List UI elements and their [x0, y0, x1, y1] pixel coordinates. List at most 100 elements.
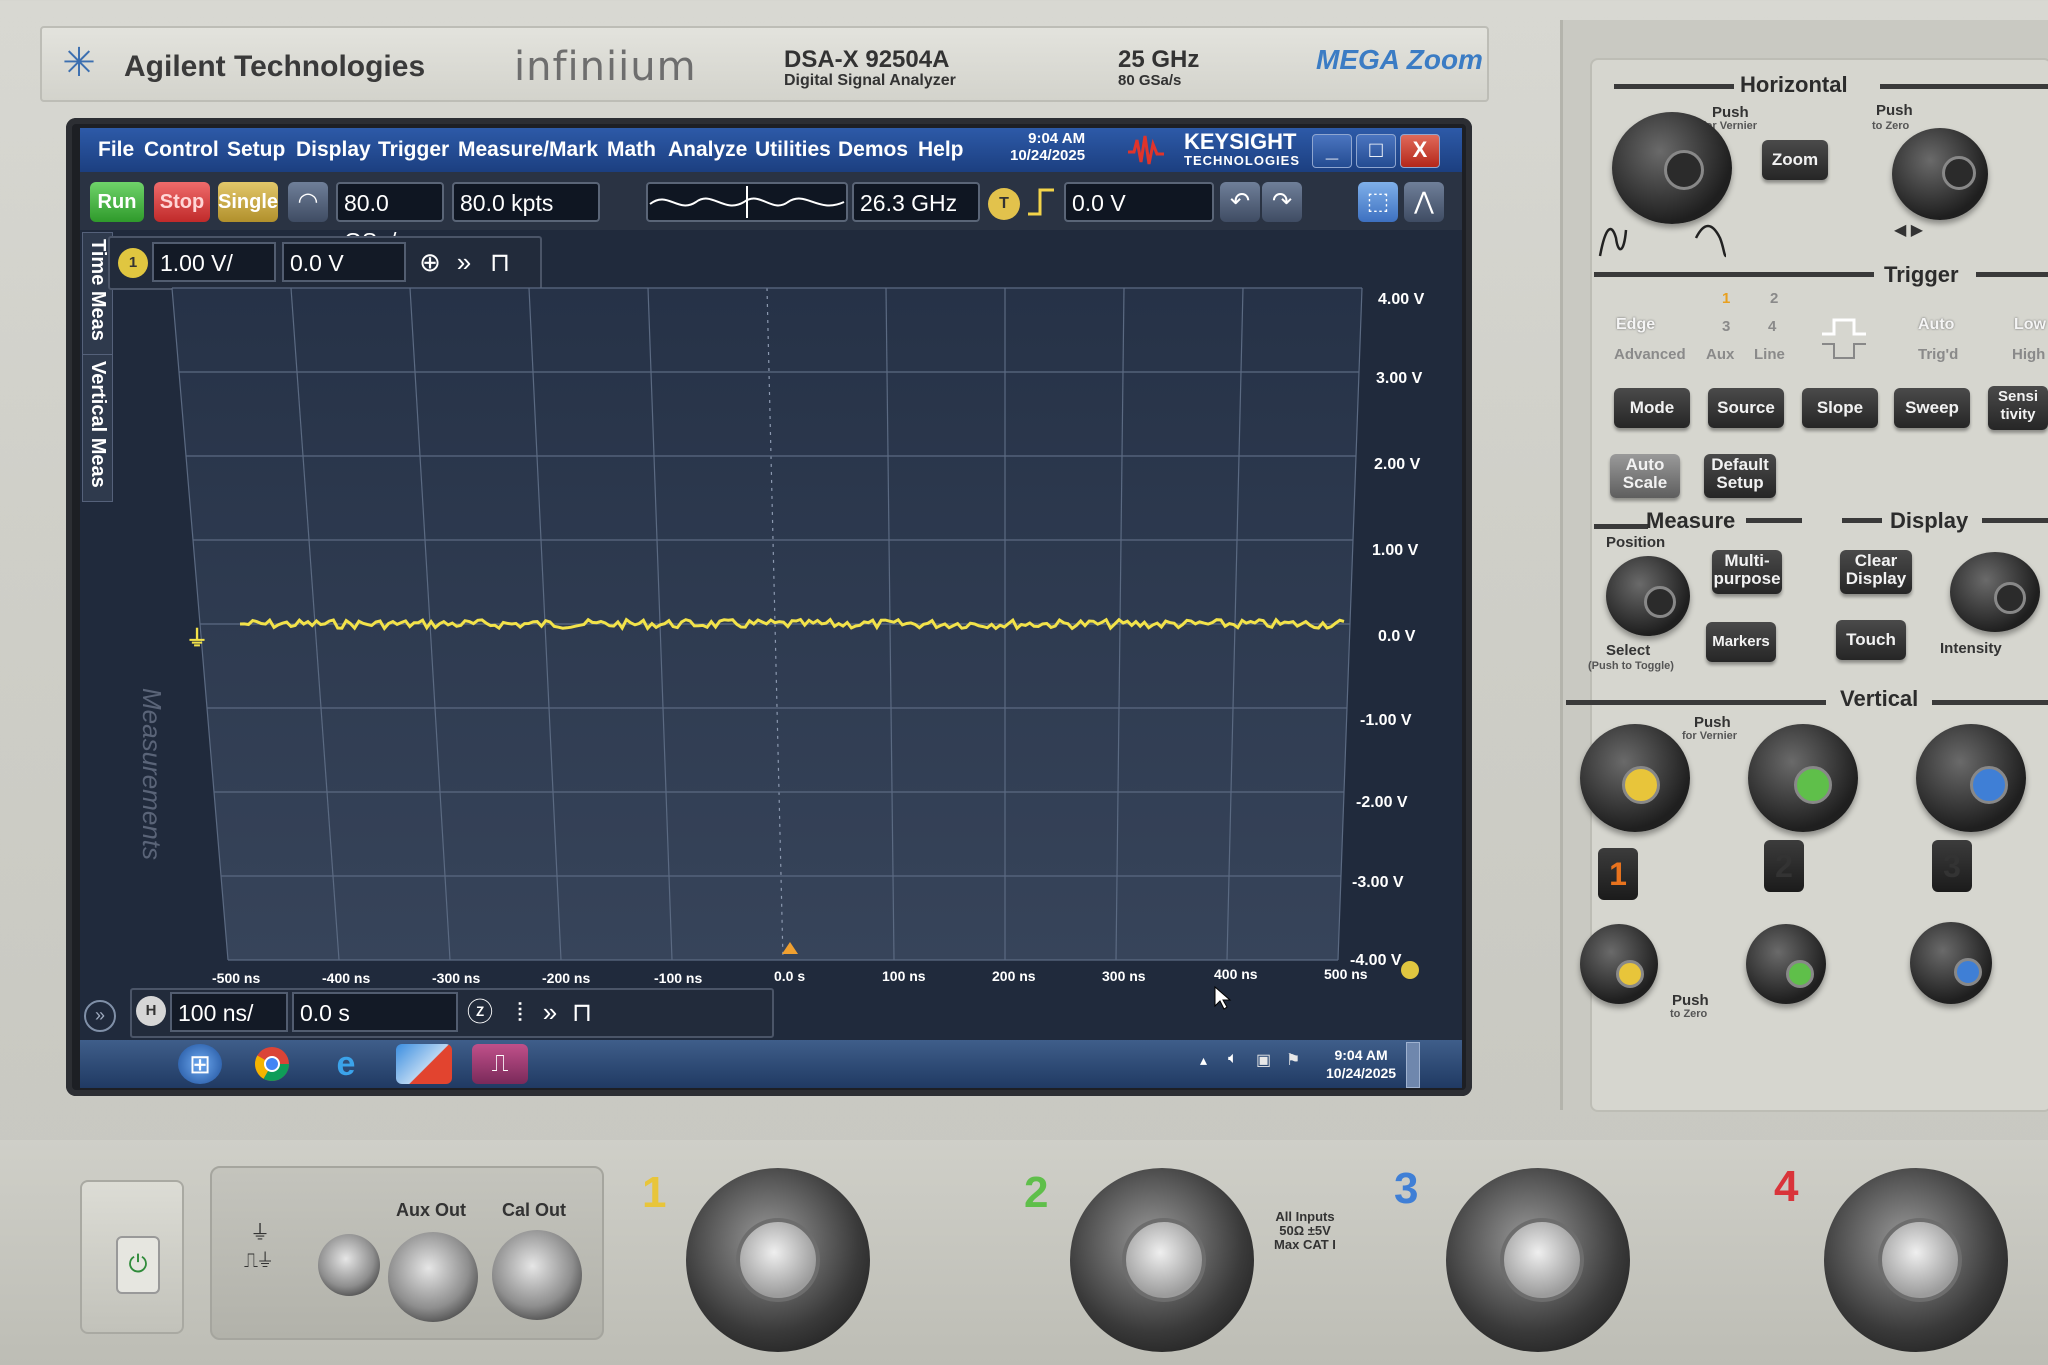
ground-icon: ⏚: [250, 1222, 270, 1244]
action-center-flag-icon[interactable]: ⚑: [1286, 1050, 1300, 1070]
horizontal-badge[interactable]: H: [136, 996, 166, 1026]
agilent-spark-icon: ✳: [62, 41, 96, 85]
trigger-sensitivity-button[interactable]: Sensi tivity: [1988, 386, 2048, 430]
trigger-slope-icons: [1822, 318, 1866, 359]
brand-product-line: infiniium: [514, 44, 697, 90]
channel3-offset-knob-cap: [1954, 958, 1982, 986]
trigger-slope-button[interactable]: Slope: [1802, 388, 1878, 428]
input1-label: 1: [642, 1168, 667, 1217]
expand-chevron-icon[interactable]: »: [536, 998, 564, 1026]
markers-button[interactable]: Markers: [1706, 622, 1776, 662]
pin-icon[interactable]: ⊓: [568, 998, 596, 1026]
x-tick-label: -500 ns: [212, 970, 261, 986]
chrome-logo-icon: [255, 1047, 289, 1081]
horizontal-bar: H 100 ns/ 0.0 s ⓩ ⦙ » ⊓: [130, 988, 774, 1038]
channel1-indicator: [1401, 961, 1419, 979]
channel1-button[interactable]: 1: [1598, 848, 1638, 900]
y-tick-label: 3.00 V: [1376, 370, 1423, 387]
expand-panel-icon[interactable]: »: [84, 1000, 116, 1032]
megazoom-logo: MEGA Zoom: [1316, 44, 1483, 75]
x-tick-label: 100 ns: [882, 968, 926, 984]
tray-arrow-icon[interactable]: ▴: [1200, 1052, 1207, 1069]
channel3-offset-knob[interactable]: [1910, 922, 1992, 1004]
vertical-push-label: Push: [1694, 714, 1731, 731]
taskbar-time: 9:04 AM: [1334, 1047, 1388, 1063]
trigger-line-label: Line: [1754, 346, 1785, 363]
x-tick-label: -400 ns: [322, 970, 371, 986]
section-divider: [1594, 272, 1874, 277]
internet-explorer-icon[interactable]: e: [324, 1044, 368, 1084]
network-icon[interactable]: ▣: [1256, 1050, 1271, 1070]
y-tick-label: -1.00 V: [1360, 712, 1412, 729]
channel3-button[interactable]: 3: [1932, 840, 1972, 892]
section-divider: [1594, 524, 1648, 529]
timebase-position-field[interactable]: 0.0 s: [292, 992, 458, 1032]
aux-out-connector[interactable]: [388, 1232, 478, 1322]
ground-terminal[interactable]: [318, 1234, 380, 1296]
zoom-button[interactable]: Zoom: [1762, 140, 1828, 180]
horizontal-to-zero-label: to Zero: [1872, 120, 1910, 132]
input2-label: 2: [1024, 1168, 1049, 1217]
input1-bnc-core: [736, 1218, 820, 1302]
trigger-mode-button[interactable]: Mode: [1614, 388, 1690, 428]
trigger-title: Trigger: [1884, 262, 1959, 287]
section-divider: [1842, 518, 1882, 523]
y-tick-label: 4.00 V: [1378, 291, 1425, 308]
segment-icon[interactable]: ⦙: [506, 998, 534, 1026]
x-tick-label: 200 ns: [992, 968, 1036, 984]
section-divider: [1566, 700, 1826, 705]
vertical-to-zero-label: to Zero: [1670, 1008, 1708, 1020]
measure-select-label: Select: [1606, 642, 1651, 659]
y-tick-label: -3.00 V: [1352, 874, 1404, 891]
pulse-icon: ⎍⏚: [244, 1250, 273, 1272]
brand-model: DSA-X 92504A: [784, 46, 950, 73]
default-setup-button[interactable]: Default Setup: [1704, 454, 1776, 498]
x-tick-label: -200 ns: [542, 970, 591, 986]
x-tick-label: -100 ns: [654, 970, 703, 986]
channel2-offset-knob-cap: [1786, 960, 1814, 988]
trigger-source-button[interactable]: Source: [1708, 388, 1784, 428]
input3-bnc-core: [1500, 1218, 1584, 1302]
show-desktop-button[interactable]: [1406, 1042, 1420, 1088]
channel2-button[interactable]: 2: [1764, 840, 1804, 892]
start-icon[interactable]: ⊞: [178, 1044, 222, 1084]
cal-out-label: Cal Out: [502, 1200, 567, 1220]
infiniium-app-icon[interactable]: ⎍: [472, 1044, 528, 1084]
inputs-rating-label: All Inputs 50Ω ±5V Max CAT I: [1274, 1209, 1336, 1252]
auto-scale-button[interactable]: Auto Scale: [1610, 454, 1680, 498]
section-divider: [1614, 84, 1734, 89]
volume-icon[interactable]: 🔈︎: [1228, 1050, 1238, 1068]
mouse-cursor-icon: [1214, 986, 1232, 1010]
intensity-label: Intensity: [1940, 640, 2002, 657]
multipurpose-button[interactable]: Multi-purpose: [1712, 550, 1782, 594]
zoom-toggle-icon[interactable]: ⓩ: [466, 998, 494, 1026]
horizontal-scale-knob-cap: [1664, 150, 1704, 190]
brand-model-desc: Digital Signal Analyzer: [784, 72, 956, 89]
brand-sample-rate: 80 GSa/s: [1118, 72, 1182, 89]
input2-bnc-core: [1122, 1218, 1206, 1302]
chrome-icon[interactable]: [250, 1044, 294, 1084]
x-tick-label: 400 ns: [1214, 966, 1258, 982]
measure-position-knob-cap: [1644, 586, 1676, 618]
scope-app-icon[interactable]: [396, 1044, 452, 1084]
timebase-scale-field[interactable]: 100 ns/: [170, 992, 288, 1032]
power-button[interactable]: ⏻: [116, 1236, 160, 1294]
cal-out-connector[interactable]: [492, 1230, 582, 1320]
vertical-push-zero-label: Push: [1672, 992, 1709, 1009]
input4-label: 4: [1774, 1162, 1799, 1211]
section-divider: [1746, 518, 1802, 523]
horizontal-push-label: Push: [1712, 104, 1749, 121]
channel2-offset-knob[interactable]: [1746, 924, 1826, 1004]
taskbar-clock[interactable]: 9:04 AM 10/24/2025: [1326, 1046, 1396, 1082]
section-divider: [1880, 84, 2048, 89]
x-tick-label: 0.0 s: [774, 968, 806, 984]
input4-bnc-core: [1878, 1218, 1962, 1302]
display-title: Display: [1890, 508, 1969, 533]
trigger-low-label: Low: [2014, 316, 2046, 333]
clear-display-button[interactable]: Clear Display: [1840, 550, 1912, 594]
trigger-sweep-button[interactable]: Sweep: [1894, 388, 1970, 428]
measure-position-label: Position: [1606, 534, 1666, 551]
touch-button[interactable]: Touch: [1836, 620, 1906, 660]
plot-grid: ⏚: [171, 287, 1419, 979]
vertical-vernier-label: for Vernier: [1682, 730, 1738, 742]
